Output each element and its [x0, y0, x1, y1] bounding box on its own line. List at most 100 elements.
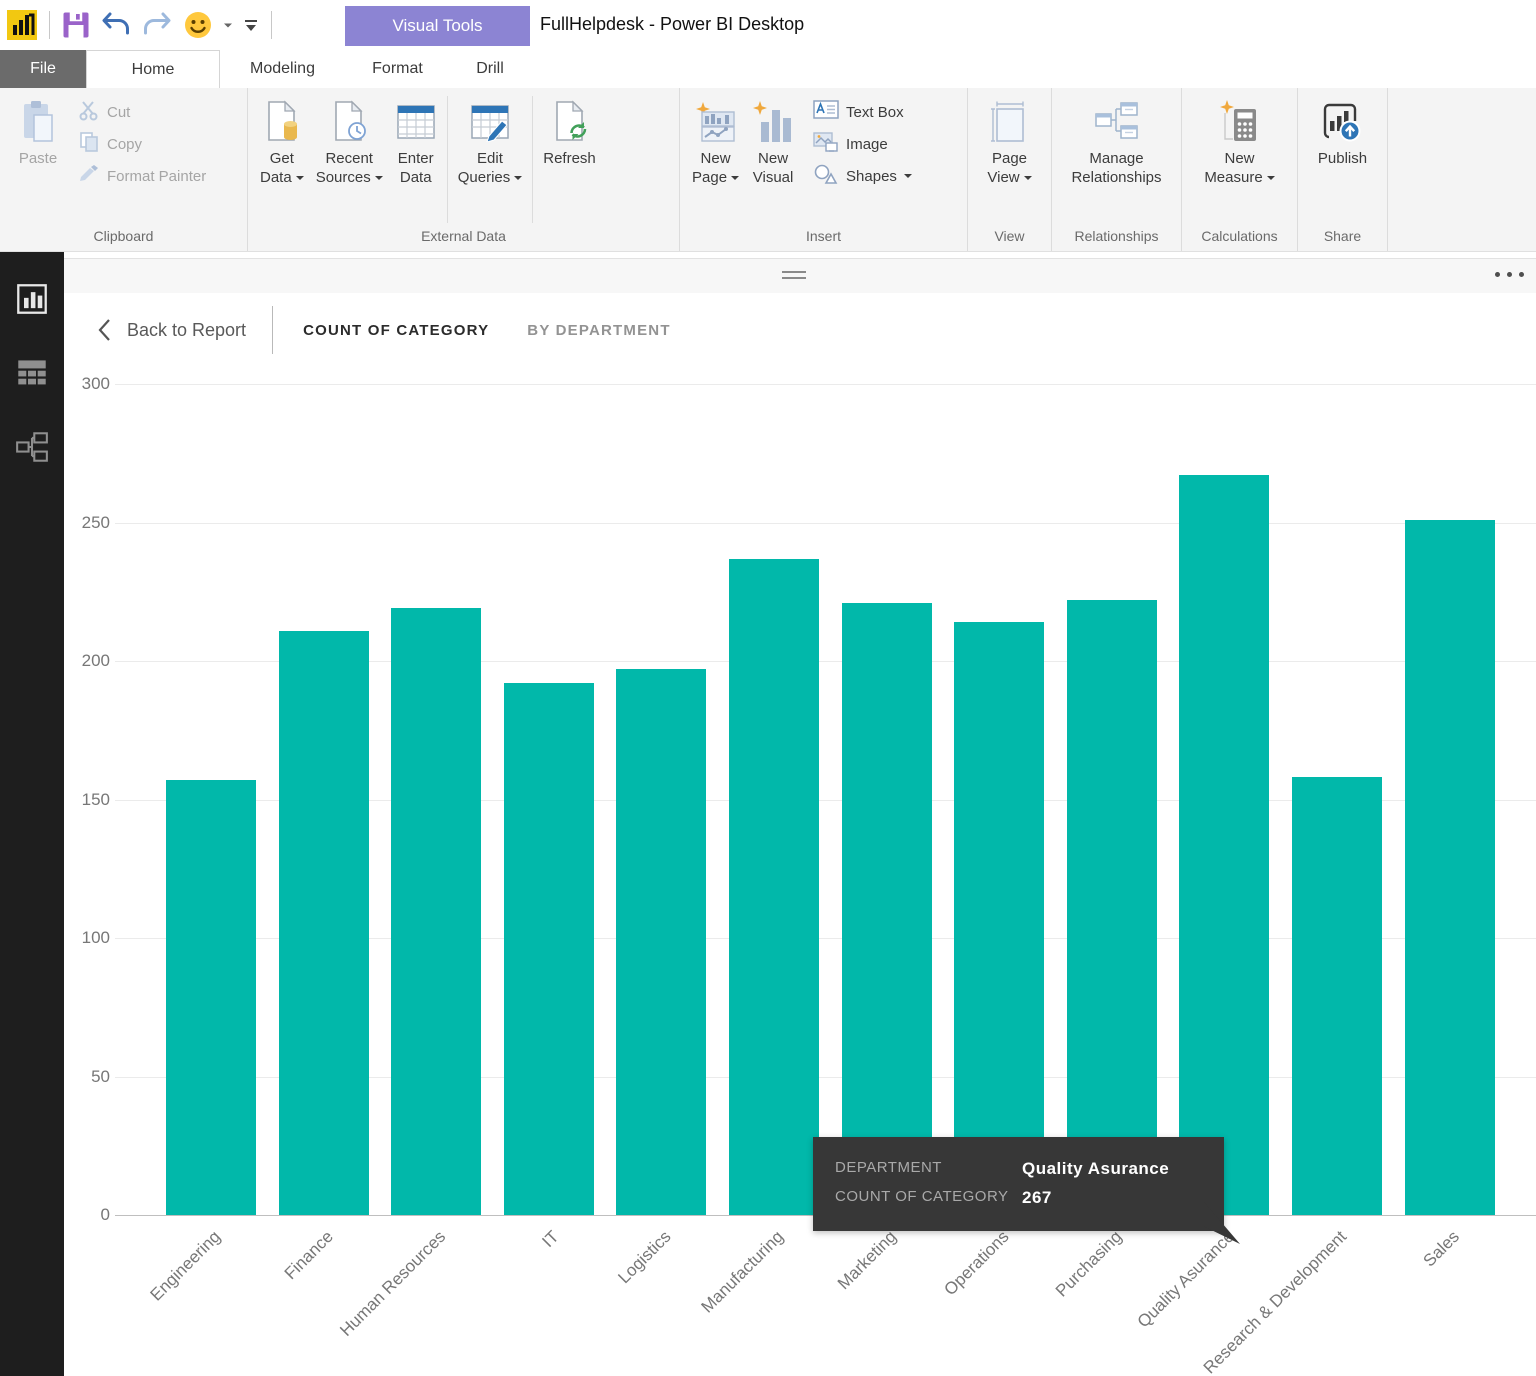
new-page-icon	[693, 98, 739, 146]
dropdown-caret-icon	[1267, 176, 1275, 180]
group-label-view: View	[968, 225, 1051, 251]
shapes-button[interactable]: Shapes	[809, 160, 916, 192]
power-bi-logo-icon	[6, 8, 38, 42]
y-axis-tick-label: 200	[64, 651, 110, 671]
recent-sources-button[interactable]: RecentSources	[310, 94, 389, 191]
group-label-relationships: Relationships	[1052, 225, 1181, 251]
bar-sales[interactable]	[1405, 520, 1495, 1215]
ribbon-group-view: PageView View	[968, 88, 1052, 251]
tab-drill[interactable]: Drill	[450, 50, 530, 88]
enter-data-button[interactable]: EnterData	[389, 94, 443, 191]
y-axis-tick-label: 0	[64, 1205, 110, 1225]
bar-engineering[interactable]	[166, 780, 256, 1215]
view-sidebar	[0, 252, 64, 1376]
paste-button[interactable]: Paste	[12, 94, 64, 172]
x-category-label: Marketing	[834, 1227, 901, 1294]
send-a-smile-button[interactable]	[182, 9, 214, 41]
bar-finance[interactable]	[279, 631, 369, 1215]
model-view-button[interactable]	[15, 430, 49, 464]
bar-chart: 050100150200250300EngineeringFinanceHuma…	[64, 252, 1536, 1376]
customize-toolbar-button[interactable]	[242, 16, 260, 34]
tooltip-value: Quality Asurance	[1022, 1159, 1169, 1179]
tooltip-row: COUNT OF CATEGORY 267	[835, 1188, 1224, 1208]
dropdown-caret-icon	[296, 176, 304, 180]
new-page-button[interactable]: NewPage	[686, 94, 745, 191]
shapes-icon	[813, 163, 839, 190]
get-data-icon	[262, 98, 302, 146]
bar-logistics[interactable]	[616, 669, 706, 1215]
toolbar-separator	[49, 11, 50, 39]
group-label-external-data: External Data	[248, 225, 679, 251]
bar-human-resources[interactable]	[391, 608, 481, 1215]
ribbon-tab-row: File Home Modeling Format Drill	[0, 50, 1536, 88]
ribbon-spacer	[1388, 88, 1536, 251]
dropdown-caret-icon	[904, 174, 912, 178]
bar-research-development[interactable]	[1292, 777, 1382, 1215]
x-category-label: IT	[538, 1227, 563, 1252]
gridline	[115, 384, 1536, 385]
bar-manufacturing[interactable]	[729, 559, 819, 1215]
new-measure-button[interactable]: NewMeasure	[1198, 94, 1280, 191]
page-view-icon	[989, 98, 1031, 146]
ribbon: Paste Cut Copy Format Painter	[0, 88, 1536, 252]
new-visual-button[interactable]: NewVisual	[745, 94, 801, 191]
edit-queries-button[interactable]: EditQueries	[452, 94, 529, 191]
bar-purchasing[interactable]	[1067, 600, 1157, 1215]
tooltip: DEPARTMENT Quality Asurance COUNT OF CAT…	[813, 1137, 1224, 1231]
dropdown-caret-icon	[1024, 176, 1032, 180]
x-category-label: Sales	[1420, 1227, 1464, 1271]
format-painter-icon	[78, 163, 100, 190]
visual-tools-contextual-tab[interactable]: Visual Tools	[345, 6, 530, 46]
manage-relationships-button[interactable]: ManageRelationships	[1065, 94, 1167, 191]
report-view-button[interactable]	[15, 282, 49, 316]
enter-data-icon	[395, 98, 437, 146]
get-data-button[interactable]: GetData	[254, 94, 310, 191]
tooltip-value: 267	[1022, 1188, 1052, 1208]
toolbar-separator	[271, 11, 272, 39]
smile-dropdown-caret-icon[interactable]	[224, 23, 232, 27]
refresh-icon	[550, 98, 590, 146]
tab-home[interactable]: Home	[86, 50, 220, 88]
bar-quality-asurance[interactable]	[1179, 475, 1269, 1215]
x-category-label: Engineering	[147, 1227, 225, 1305]
publish-icon	[1319, 98, 1365, 146]
text-box-button[interactable]: Text Box	[809, 96, 916, 128]
page-view-button[interactable]: PageView	[981, 94, 1037, 191]
new-visual-icon	[751, 98, 795, 146]
window-title: FullHelpdesk - Power BI Desktop	[540, 14, 804, 35]
format-painter-button[interactable]: Format Painter	[74, 160, 210, 192]
save-button[interactable]	[61, 10, 91, 40]
y-axis-tick-label: 250	[64, 513, 110, 533]
undo-button[interactable]	[100, 11, 132, 39]
new-measure-icon	[1217, 98, 1261, 146]
manage-relationships-icon	[1093, 98, 1141, 146]
bar-operations[interactable]	[954, 622, 1044, 1215]
redo-button[interactable]	[141, 11, 173, 39]
bar-it[interactable]	[504, 683, 594, 1215]
power-bi-desktop-window: Visual Tools FullHelpdesk - Power BI Des…	[0, 0, 1536, 1376]
dropdown-caret-icon	[514, 176, 522, 180]
data-view-button[interactable]	[15, 356, 49, 390]
gridline	[115, 523, 1536, 524]
ribbon-group-share: Publish Share	[1298, 88, 1388, 251]
ribbon-group-calculations: NewMeasure Calculations	[1182, 88, 1298, 251]
group-label-insert: Insert	[680, 225, 967, 251]
tab-file[interactable]: File	[0, 50, 86, 88]
bar-marketing[interactable]	[842, 603, 932, 1215]
group-label-share: Share	[1298, 225, 1387, 251]
title-bar: Visual Tools FullHelpdesk - Power BI Des…	[0, 0, 1536, 50]
tooltip-label: DEPARTMENT	[835, 1159, 1022, 1179]
copy-button[interactable]: Copy	[74, 128, 210, 160]
refresh-button[interactable]: Refresh	[537, 94, 602, 172]
y-axis-tick-label: 100	[64, 928, 110, 948]
x-category-label: Purchasing	[1052, 1227, 1126, 1301]
cut-button[interactable]: Cut	[74, 96, 210, 128]
tab-format[interactable]: Format	[345, 50, 450, 88]
y-axis-tick-label: 150	[64, 790, 110, 810]
y-axis-tick-label: 300	[64, 374, 110, 394]
tab-modeling[interactable]: Modeling	[220, 50, 345, 88]
image-button[interactable]: Image	[809, 128, 916, 160]
x-category-label: Operations	[940, 1227, 1013, 1300]
dropdown-caret-icon	[375, 176, 383, 180]
publish-button[interactable]: Publish	[1312, 94, 1373, 172]
